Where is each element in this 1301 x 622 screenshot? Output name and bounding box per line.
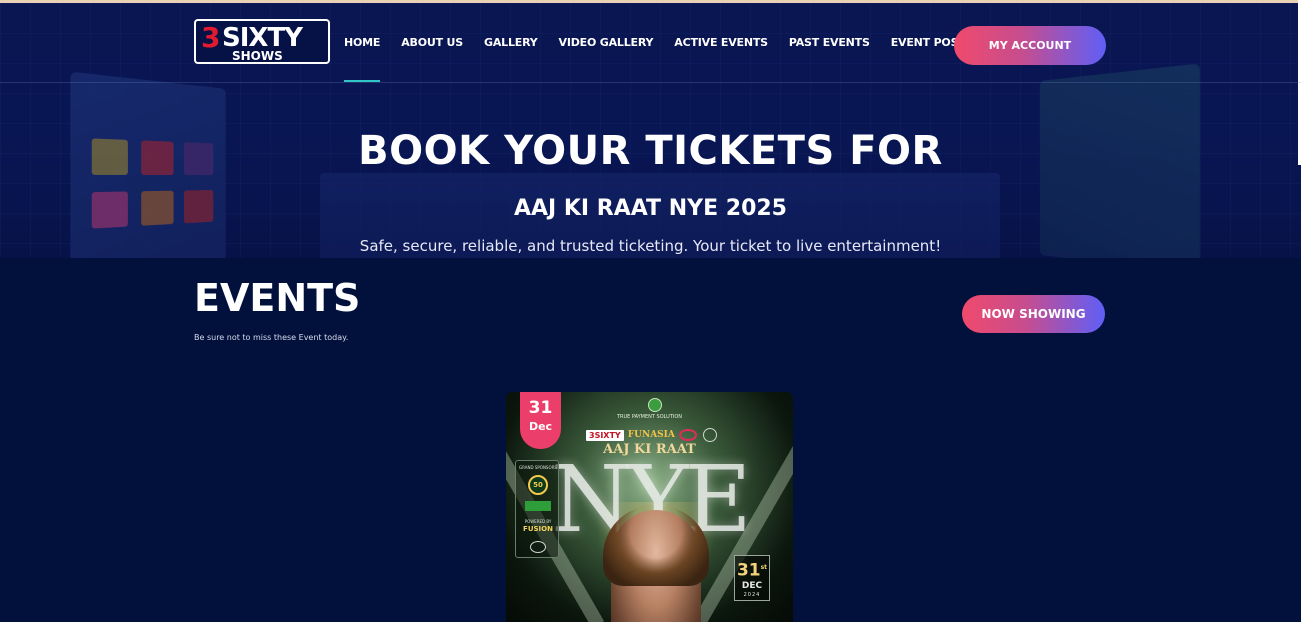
poster-date-card: 31st DEC 2024 (734, 555, 770, 601)
hero-tagline: Safe, secure, reliable, and trusted tick… (359, 237, 942, 255)
poster-date-month: DEC (741, 580, 763, 591)
hero-event-name: AAJ KI RAAT NYE 2025 (513, 196, 787, 221)
events-subheading: Be sure not to miss these Event today. (194, 333, 349, 342)
nav-past-events[interactable]: PAST EVENTS (789, 35, 870, 51)
nav-about-us[interactable]: ABOUT US (401, 35, 463, 51)
my-account-button[interactable]: MY ACCOUNT (954, 26, 1106, 65)
sponsor-badge-icon (530, 541, 546, 553)
powered-label: POWERED BY (524, 519, 552, 524)
poster-date-suffix: st (760, 564, 768, 571)
hero-title: BOOK YOUR TICKETS FOR (358, 128, 943, 174)
logo-number: 3 (201, 21, 221, 54)
sponsor-green-logo (525, 501, 551, 511)
site-logo[interactable]: 3 SIXTY SHOWS (194, 19, 330, 64)
logo-word: SIXTY (222, 23, 303, 53)
nav-gallery[interactable]: GALLERY (484, 35, 538, 51)
true-payment-logo-icon (648, 398, 662, 412)
poster-date-day: 31 (736, 560, 761, 581)
poster-logos: 3SIXTY FUNASIA (586, 428, 717, 442)
nav-active-events[interactable]: ACTIVE EVENTS (674, 35, 768, 51)
event-date-badge: 31 Dec (520, 392, 561, 449)
poster-artist-image (603, 506, 709, 622)
event-date-day: 31 (528, 398, 553, 418)
nav-video-gallery[interactable]: VIDEO GALLERY (559, 35, 654, 51)
event-date-month: Dec (528, 420, 553, 433)
poster-logo-funasia: FUNASIA (627, 430, 675, 440)
poster-partner-logo-icon (678, 429, 697, 441)
events-heading: EVENTS (194, 276, 361, 320)
poster-sponsor-box: GRAND SPONSORS 50 POWERED BY FUSION (515, 460, 559, 558)
poster-partner-logo-icon (702, 428, 717, 442)
logo-sub: SHOWS (232, 49, 283, 63)
nav-home[interactable]: HOME (344, 35, 381, 82)
site-header: 3 SIXTY SHOWS HOME ABOUT US GALLERY VIDE… (0, 3, 1301, 83)
now-showing-button[interactable]: NOW SHOWING (962, 295, 1105, 333)
sponsor-fusion-logo: FUSION (523, 525, 553, 533)
sponsor-label: GRAND SPONSORS (519, 465, 557, 470)
poster-logo-3sixty: 3SIXTY (586, 429, 624, 441)
poster-date-year: 2024 (743, 591, 761, 598)
sponsor-ring-logo: 50 (528, 475, 548, 495)
main-nav: HOME ABOUT US GALLERY VIDEO GALLERY ACTI… (344, 35, 1010, 82)
